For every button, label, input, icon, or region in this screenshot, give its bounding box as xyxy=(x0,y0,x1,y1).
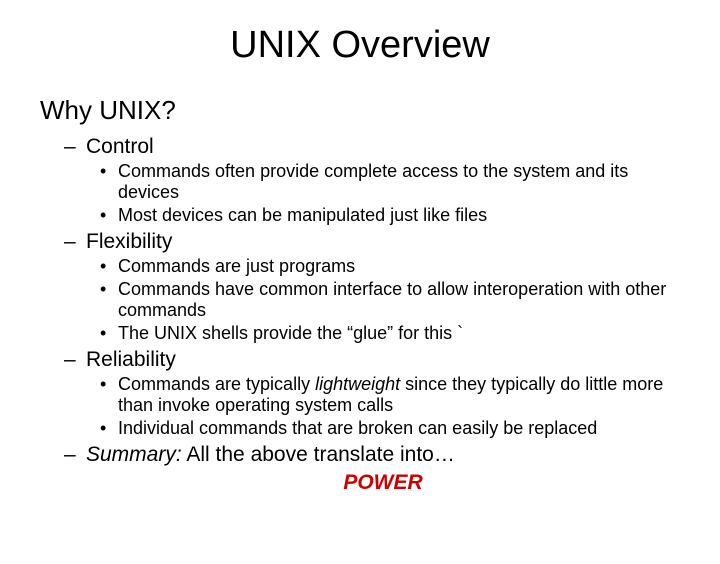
slide-subtitle: Why UNIX? xyxy=(40,95,680,126)
bullet-item: Individual commands that are broken can … xyxy=(118,418,680,439)
bullet-list: Commands are just programs Commands have… xyxy=(86,256,680,343)
summary-text: All the above translate into… xyxy=(182,443,455,466)
bullet-item: Most devices can be manipulated just lik… xyxy=(118,205,680,226)
section-heading: Flexibility xyxy=(86,230,172,253)
bullet-list: Commands are typically lightweight since… xyxy=(86,374,680,438)
slide-title: UNIX Overview xyxy=(40,24,680,67)
outline-list: Control Commands often provide complete … xyxy=(40,134,680,495)
bullet-item: Commands have common interface to allow … xyxy=(118,279,680,320)
bullet-list: Commands often provide complete access t… xyxy=(86,161,680,225)
slide: UNIX Overview Why UNIX? Control Commands… xyxy=(0,24,720,564)
section-summary: Summary: All the above translate into… P… xyxy=(86,442,680,494)
bullet-item: The UNIX shells provide the “glue” for t… xyxy=(118,323,680,344)
bullet-text-italic: lightweight xyxy=(315,374,400,394)
bullet-item: Commands are typically lightweight since… xyxy=(118,374,680,415)
section-flexibility: Flexibility Commands are just programs C… xyxy=(86,229,680,343)
section-heading: Control xyxy=(86,135,154,158)
bullet-item: Commands often provide complete access t… xyxy=(118,161,680,202)
section-control: Control Commands often provide complete … xyxy=(86,134,680,225)
bullet-item: Commands are just programs xyxy=(118,256,680,277)
summary-label: Summary: xyxy=(86,443,182,466)
summary-power: POWER xyxy=(86,470,680,495)
bullet-text-pre: Commands are typically xyxy=(118,374,315,394)
bullet-text-pre: Individual commands that are broken can … xyxy=(118,418,597,438)
section-reliability: Reliability Commands are typically light… xyxy=(86,347,680,438)
section-heading: Reliability xyxy=(86,348,176,371)
